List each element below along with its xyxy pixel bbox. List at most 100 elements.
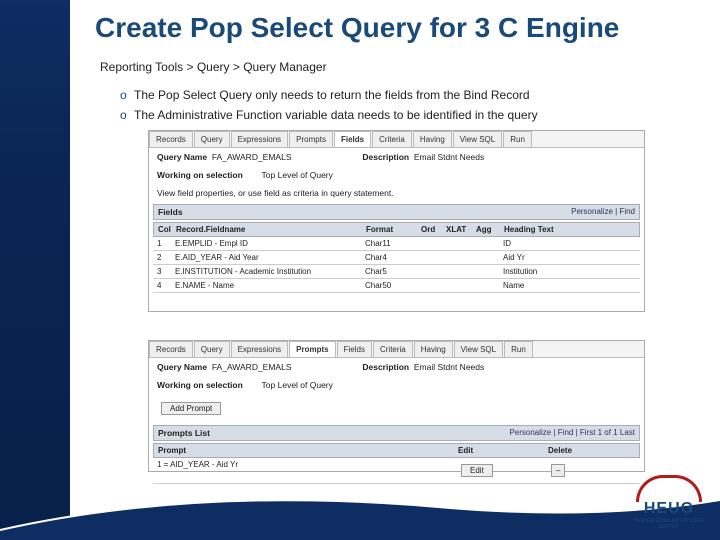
description-value: Email Stdnt Needs [414, 362, 484, 372]
cell-col: 1 [157, 239, 175, 248]
cell-heading: ID [503, 239, 593, 248]
tab-query[interactable]: Query [194, 341, 230, 357]
edit-button[interactable]: Edit [461, 464, 493, 477]
working-row: Working on selection Top Level of Query [149, 376, 644, 394]
prompts-bar-title: Prompts List [158, 428, 210, 438]
cell-format: Char4 [365, 253, 420, 262]
bullet-item: oThe Pop Select Query only needs to retu… [120, 88, 538, 102]
delete-button[interactable]: – [551, 464, 565, 477]
tab-run[interactable]: Run [504, 341, 533, 357]
table-row: 3 E.INSTITUTION - Academic Institution C… [153, 265, 640, 279]
cell-col: 3 [157, 267, 175, 276]
bullet-marker: o [120, 88, 134, 102]
toplevel-text: Top Level of Query [262, 170, 333, 180]
cell-delete: – [547, 460, 607, 481]
th-record: Record.Fieldname [176, 225, 366, 234]
tab-criteria[interactable]: Criteria [372, 131, 412, 147]
bullet-marker: o [120, 108, 134, 122]
cell-heading: Name [503, 281, 593, 290]
query-header: Query Name FA_AWARD_EMALS Description Em… [149, 148, 644, 166]
cell-record: E.NAME - Name [175, 281, 365, 290]
description-label: Description [362, 362, 409, 372]
cell-format: Char11 [365, 239, 420, 248]
table-row: 2 E.AID_YEAR - Aid Year Char4 Aid Yr [153, 251, 640, 265]
toplevel-text: Top Level of Query [262, 380, 333, 390]
cell-prompt: 1 = AID_YEAR - Aid Yr [157, 460, 457, 481]
cell-col: 2 [157, 253, 175, 262]
tab-having[interactable]: Having [414, 341, 453, 357]
prompts-table-head: Prompt Edit Delete [153, 443, 640, 458]
fields-table-head: Col Record.Fieldname Format Ord XLAT Agg… [153, 222, 640, 237]
add-prompt-button[interactable]: Add Prompt [161, 402, 221, 415]
fields-bar-links[interactable]: Personalize | Find [571, 207, 635, 217]
cell-col: 4 [157, 281, 175, 290]
th-edit: Edit [458, 446, 548, 455]
bullet-text: The Administrative Function variable dat… [134, 108, 538, 122]
cell-format: Char50 [365, 281, 420, 290]
th-col: Col [158, 225, 176, 234]
cell-xlat [445, 267, 475, 276]
th-delete: Delete [548, 446, 608, 455]
fields-bar-title: Fields [158, 207, 183, 217]
th-heading: Heading Text [504, 225, 594, 234]
query-name-value: FA_AWARD_EMALS [212, 152, 292, 162]
slide: Create Pop Select Query for 3 C Engine R… [0, 0, 720, 540]
table-row: 4 E.NAME - Name Char50 Name [153, 279, 640, 293]
logo-arc-icon [636, 475, 702, 502]
tab-having[interactable]: Having [413, 131, 452, 147]
query-header: Query Name FA_AWARD_EMALS Description Em… [149, 358, 644, 376]
prompts-bar-links[interactable]: Personalize | Find | First 1 of 1 Last [509, 428, 635, 438]
cell-ord [420, 281, 445, 290]
tab-prompts[interactable]: Prompts [289, 341, 335, 357]
screenshot-fields: Records Query Expressions Prompts Fields… [148, 130, 645, 312]
tab-records[interactable]: Records [149, 341, 193, 357]
bullet-list: oThe Pop Select Query only needs to retu… [120, 82, 538, 128]
tab-criteria[interactable]: Criteria [373, 341, 413, 357]
cell-ord [420, 239, 445, 248]
slide-title: Create Pop Select Query for 3 C Engine [95, 12, 619, 44]
logo-subtext: HIGHER EDUCATION USER GROUP [630, 518, 708, 530]
th-format: Format [366, 225, 421, 234]
tab-bar: Records Query Expressions Prompts Fields… [149, 131, 644, 148]
description-label: Description [362, 152, 409, 162]
cell-agg [475, 239, 503, 248]
tab-viewsql[interactable]: View SQL [454, 341, 503, 357]
tab-fields[interactable]: Fields [337, 341, 372, 357]
th-agg: Agg [476, 225, 504, 234]
query-name-label: Query Name [157, 362, 207, 372]
tab-expressions[interactable]: Expressions [231, 341, 289, 357]
query-name-value: FA_AWARD_EMALS [212, 362, 292, 372]
working-row: Working on selection Top Level of Query [149, 166, 644, 184]
fields-bar: Fields Personalize | Find [153, 204, 640, 220]
add-prompt-row: Add Prompt [149, 394, 644, 423]
cell-agg [475, 281, 503, 290]
cell-format: Char5 [365, 267, 420, 276]
heug-logo: HEUG HIGHER EDUCATION USER GROUP [630, 475, 708, 530]
working-label: Working on selection [157, 380, 243, 390]
cell-xlat [445, 239, 475, 248]
tab-prompts[interactable]: Prompts [289, 131, 333, 147]
tab-query[interactable]: Query [194, 131, 230, 147]
query-name-label: Query Name [157, 152, 207, 162]
tab-records[interactable]: Records [149, 131, 193, 147]
th-prompt: Prompt [158, 446, 458, 455]
tab-viewsql[interactable]: View SQL [453, 131, 502, 147]
tab-run[interactable]: Run [503, 131, 532, 147]
tab-fields[interactable]: Fields [334, 131, 371, 147]
cell-xlat [445, 253, 475, 262]
cell-heading: Aid Yr [503, 253, 593, 262]
cell-edit: Edit [457, 460, 547, 481]
working-label: Working on selection [157, 170, 243, 180]
description-value: Email Stdnt Needs [414, 152, 484, 162]
prompts-bar: Prompts List Personalize | Find | First … [153, 425, 640, 441]
cell-agg [475, 253, 503, 262]
screenshot-prompts: Records Query Expressions Prompts Fields… [148, 340, 645, 472]
cell-xlat [445, 281, 475, 290]
th-ord: Ord [421, 225, 446, 234]
th-xlat: XLAT [446, 225, 476, 234]
cell-ord [420, 253, 445, 262]
table-row: 1 E.EMPLID - Empl ID Char11 ID [153, 237, 640, 251]
cell-record: E.EMPLID - Empl ID [175, 239, 365, 248]
tab-expressions[interactable]: Expressions [231, 131, 289, 147]
cell-record: E.AID_YEAR - Aid Year [175, 253, 365, 262]
